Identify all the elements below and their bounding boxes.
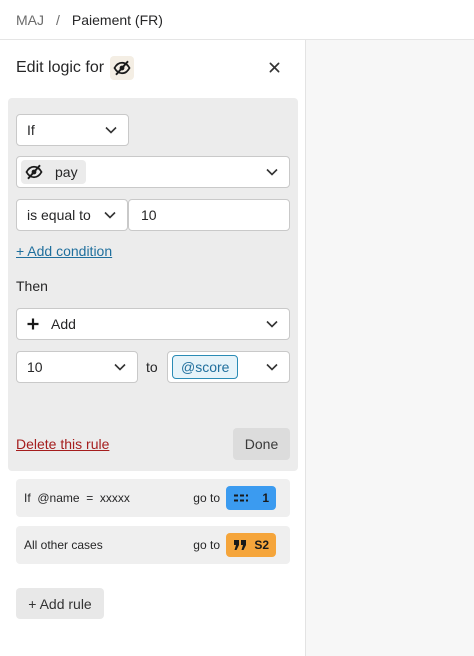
panel-header: Edit logic for <box>16 54 292 82</box>
breadcrumb-separator: / <box>56 11 60 28</box>
eye-slash-icon <box>110 56 135 80</box>
condition-value: 10 <box>141 207 157 223</box>
case-condition: All other cases <box>24 538 103 552</box>
action-value: 10 <box>27 359 43 375</box>
operator-select[interactable]: is equal to <box>16 199 128 231</box>
add-rule-button[interactable]: + Add rule <box>16 588 104 619</box>
close-button[interactable] <box>264 57 284 77</box>
goto-badge-value: S2 <box>254 538 269 552</box>
rule-editor: If pay is equal to 10 + Add condition Th… <box>8 98 298 471</box>
case-condition: If @name = xxxxx <box>24 491 130 505</box>
variable-label: pay <box>55 164 78 180</box>
eye-slash-icon <box>25 163 43 181</box>
action-value-select[interactable]: 10 <box>16 351 138 383</box>
if-select[interactable]: If <box>16 114 129 146</box>
breadcrumb: MAJ / Paiement (FR) <box>0 0 474 40</box>
add-condition-link[interactable]: + Add condition <box>16 243 112 259</box>
action-select[interactable]: Add <box>16 308 290 340</box>
done-button[interactable]: Done <box>233 428 290 460</box>
breadcrumb-project[interactable]: MAJ <box>16 12 44 28</box>
goto-badge[interactable]: S2 <box>226 533 276 557</box>
chevron-down-icon <box>265 317 279 331</box>
case-goto-label: go to <box>193 491 220 505</box>
target-variable-select[interactable]: @score <box>167 351 290 383</box>
panel-title: Edit logic for <box>16 59 105 76</box>
logic-panel: Edit logic for If pay is equal to 10 + A… <box>0 40 306 656</box>
operator-value: is equal to <box>27 207 91 223</box>
delete-rule-link[interactable]: Delete this rule <box>16 436 109 452</box>
then-label: Then <box>16 278 48 294</box>
quote-icon <box>233 539 247 551</box>
to-label: to <box>146 359 158 375</box>
chevron-down-icon <box>265 165 279 179</box>
chevron-down-icon <box>265 360 279 374</box>
variable-select[interactable]: pay <box>16 156 290 188</box>
action-label: Add <box>51 316 76 332</box>
if-select-value: If <box>27 122 35 138</box>
goto-badge-value: 1 <box>262 491 269 505</box>
breadcrumb-page[interactable]: Paiement (FR) <box>72 12 163 28</box>
equals-icon <box>233 493 249 503</box>
variable-chip: pay <box>21 160 86 184</box>
target-variable-chip: @score <box>172 355 239 379</box>
canvas-area <box>306 40 474 656</box>
case-row[interactable]: If @name = xxxxx go to 1 <box>16 479 290 517</box>
chevron-down-icon <box>104 123 118 137</box>
condition-value-input[interactable]: 10 <box>128 199 290 231</box>
goto-badge[interactable]: 1 <box>226 486 276 510</box>
plus-icon <box>27 318 39 330</box>
case-row[interactable]: All other cases go to S2 <box>16 526 290 564</box>
chevron-down-icon <box>113 360 127 374</box>
chevron-down-icon <box>103 208 117 222</box>
case-goto-label: go to <box>193 538 220 552</box>
